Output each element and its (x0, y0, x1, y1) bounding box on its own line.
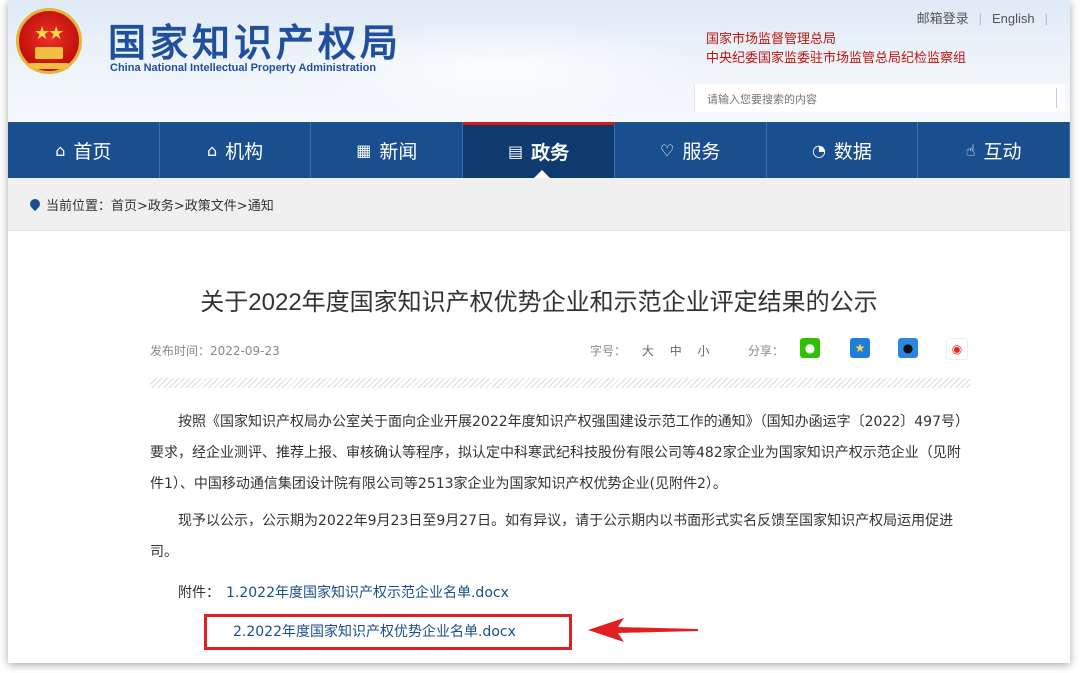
nav-label: 数据 (833, 140, 872, 163)
national-emblem-logo: ★★ (16, 8, 82, 74)
news-icon: ▦ (356, 140, 372, 160)
font-size-medium[interactable]: 中 (670, 344, 682, 358)
top-links: 邮箱登录 | English | (907, 8, 1048, 27)
document-icon: ▤ (507, 142, 524, 161)
search-divider (1056, 88, 1057, 108)
nav-label: 新闻 (379, 140, 418, 163)
publish-date: 发布时间：2022-09-23 (150, 342, 280, 359)
hand-icon: ☝ (965, 140, 976, 160)
publish-date-label: 发布时间： (150, 344, 211, 358)
nav-label: 互动 (983, 140, 1022, 163)
english-link[interactable]: English (982, 11, 1045, 26)
samr-link[interactable]: 国家市场监督管理总局 (706, 30, 966, 49)
nav-item-data[interactable]: ◔ 数据 (767, 122, 919, 178)
discipline-inspection-link[interactable]: 中央纪委国家监委驻市场监管总局纪检监察组 (706, 49, 966, 68)
nav-item-services[interactable]: ♡ 服务 (615, 122, 767, 178)
breadcrumb: 当前位置： 首页>政务>政策文件>通知 (8, 178, 1070, 231)
attachment-link-1[interactable]: 1.2022年度国家知识产权示范企业名单.docx (226, 585, 509, 601)
browser-page: ★★ 国家知识产权局 China National Intellectual P… (8, 0, 1070, 663)
article-title: 关于2022年度国家知识产权优势企业和示范企业评定结果的公示 (200, 289, 878, 316)
content-divider (150, 378, 970, 388)
heart-icon: ♡ (660, 140, 675, 160)
red-arrow-annotation (588, 618, 698, 642)
main-nav: ⌂ 首页 ⌂ 机构 ▦ 新闻 ▤ 政务 ♡ 服务 ◔ 数据 ☝ 互动 (8, 122, 1070, 178)
attachments: 附件： 1.2022年度国家知识产权示范企业名单.docx (178, 582, 509, 602)
breadcrumb-prefix: 当前位置： (46, 198, 112, 214)
site-title[interactable]: 国家知识产权局 (108, 12, 402, 67)
nav-label: 政务 (531, 142, 570, 164)
wechat-icon[interactable]: ● (800, 338, 820, 358)
article-paragraph-2: 现予以公示，公示期为2022年9月23日至9月27日。如有异议，请于公示期内以书… (150, 513, 954, 560)
nav-item-interaction[interactable]: ☝ 互动 (918, 122, 1070, 178)
mail-login-link[interactable]: 邮箱登录 (907, 11, 979, 26)
qzone-icon[interactable]: ★ (850, 338, 870, 358)
attachments-label: 附件： (178, 585, 220, 601)
institution-icon: ⌂ (206, 140, 218, 160)
nav-item-home[interactable]: ⌂ 首页 (8, 122, 160, 178)
article-paragraph-1: 按照《国家知识产权局办公室关于面向企业开展2022年度知识产权强国建设示范工作的… (150, 414, 969, 492)
nav-item-institution[interactable]: ⌂ 机构 (160, 122, 312, 178)
site-title-english: China National Intellectual Property Adm… (110, 62, 377, 74)
nav-label: 机构 (225, 140, 264, 163)
breadcrumb-path[interactable]: 首页>政务>政策文件>通知 (111, 195, 274, 214)
pie-chart-icon: ◔ (811, 140, 826, 160)
org-links: 国家市场监督管理总局 中央纪委国家监委驻市场监管总局纪检监察组 (706, 30, 966, 68)
weibo-icon[interactable]: ◉ (946, 338, 968, 360)
attachment-link-2-highlighted: 2.2022年度国家知识产权优势企业名单.docx (204, 614, 572, 650)
location-pin-icon (27, 196, 43, 212)
search-input[interactable] (695, 84, 1049, 114)
font-size-label: 字号： (590, 344, 627, 358)
publish-date-value: 2022-09-23 (210, 344, 280, 358)
search-box (694, 84, 1065, 114)
share-controls: 分享： ● ★ ● ◉ (748, 338, 968, 360)
nav-label: 服务 (682, 140, 721, 163)
font-size-controls: 字号： 大 中 小 (590, 342, 710, 359)
share-label: 分享： (748, 344, 785, 358)
qq-icon[interactable]: ● (898, 338, 918, 358)
attachment-link-2[interactable]: 2.2022年度国家知识产权优势企业名单.docx (233, 624, 516, 640)
nav-item-news[interactable]: ▦ 新闻 (311, 122, 464, 178)
home-icon: ⌂ (55, 140, 66, 160)
nav-label: 首页 (73, 140, 112, 163)
font-size-small[interactable]: 小 (698, 344, 710, 358)
font-size-large[interactable]: 大 (642, 344, 654, 358)
site-header: ★★ 国家知识产权局 China National Intellectual P… (8, 0, 1070, 122)
nav-item-government-affairs[interactable]: ▤ 政务 (463, 122, 615, 178)
article-meta: 发布时间：2022-09-23 字号： 大 中 小 分享： ● ★ ● ◉ (150, 338, 970, 362)
